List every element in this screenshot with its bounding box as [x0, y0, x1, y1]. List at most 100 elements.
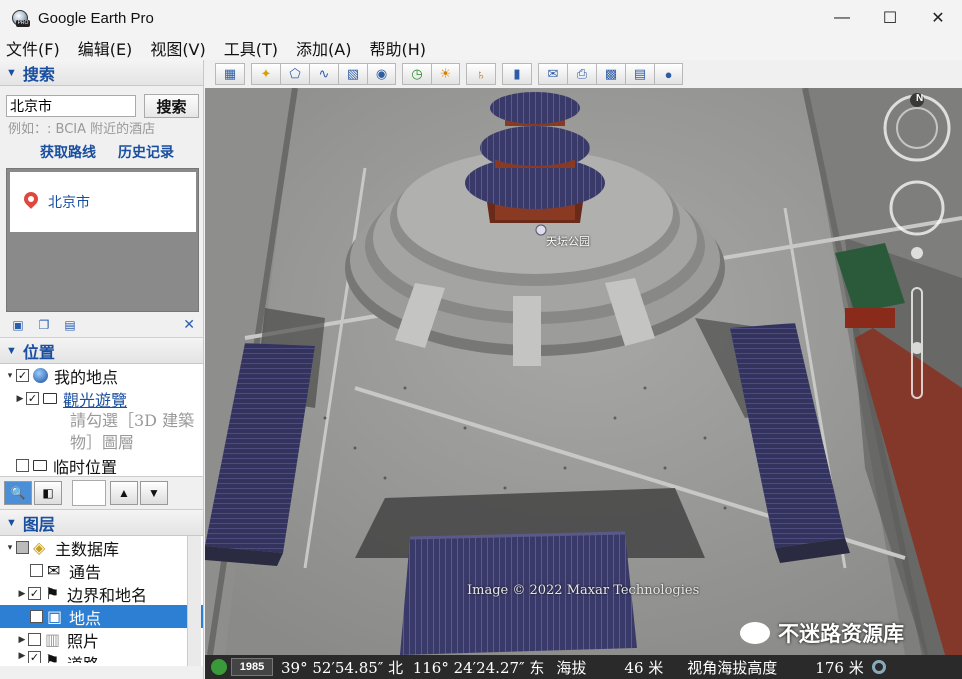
earth-gallery-icon[interactable]: ●	[654, 63, 683, 85]
search-places-icon[interactable]: 🔍	[4, 481, 32, 505]
wechat-icon	[740, 622, 770, 644]
tree-item-sightseeing[interactable]: ▶ ✓ 觀光遊覽	[0, 387, 203, 410]
checkbox[interactable]	[28, 633, 41, 646]
search-panel-header[interactable]: ▼ 搜索	[0, 60, 203, 86]
search-hint: 例如：: BCIA 附近的酒店	[8, 122, 156, 137]
photo-icon: ▥	[45, 630, 61, 649]
collapse-triangle-icon[interactable]: ▼	[6, 67, 17, 79]
sidebar-toggle-icon[interactable]: ◧	[34, 481, 62, 505]
menu-edit[interactable]: 编辑(E)	[78, 36, 133, 60]
imagery-credit: Image © 2022 Maxar Technologies	[467, 583, 700, 598]
checkbox[interactable]: ✓	[28, 587, 41, 600]
status-bar: 1985 39° 52′54.85″ 北 116° 24′24.27″ 东 海拔…	[205, 655, 962, 679]
checkbox[interactable]: ✓	[28, 651, 41, 663]
menu-bar: 文件(F) 编辑(E) 视图(V) 工具(T) 添加(A) 帮助(H)	[0, 36, 962, 60]
eye-altitude-value: 176 米	[815, 658, 864, 677]
layers-scrollbar[interactable]	[187, 536, 201, 666]
layers-panel-header[interactable]: ▼ 图层	[0, 510, 203, 536]
places-tree: ▾ ✓ 我的地点 ▶ ✓ 觀光遊覽 請勾選［3D 建築 物］圖層 临时位置	[0, 364, 203, 477]
tree-item-temp-places[interactable]: 临时位置	[0, 454, 203, 477]
layer-item-roads[interactable]: ▶ ✓ ⚑ 道路	[0, 651, 203, 663]
menu-tools[interactable]: 工具(T)	[224, 36, 278, 60]
planets-icon[interactable]: ♄	[466, 63, 496, 85]
envelope-icon: ✉	[47, 561, 61, 580]
record-tour-icon[interactable]: ◉	[367, 63, 396, 85]
search-button[interactable]: 搜索	[144, 94, 199, 118]
folder-icon	[43, 393, 57, 404]
places-panel-header[interactable]: ▼ 位置	[0, 338, 203, 364]
checkbox[interactable]: ✓	[26, 392, 39, 405]
main-toolbar: ▦ ✦ ⬠ ∿ ▧ ◉ ◷ ☀ ♄ ▮ ✉ ⎙ ▩ ▤ ●	[205, 60, 962, 88]
search-results: 北京市	[6, 168, 199, 312]
folder-icon	[33, 460, 47, 471]
historical-imagery-icon[interactable]: ◷	[402, 63, 431, 85]
add-path-icon[interactable]: ∿	[309, 63, 338, 85]
sunlight-icon[interactable]: ☀	[431, 63, 460, 85]
move-down-icon[interactable]: ▼	[140, 481, 168, 505]
expand-arrow-icon[interactable]: ▾	[4, 371, 16, 381]
close-button[interactable]: ✕	[914, 0, 962, 36]
add-polygon-icon[interactable]: ⬠	[280, 63, 309, 85]
checkbox[interactable]: ✓	[30, 610, 43, 623]
history-link[interactable]: 历史记录	[118, 142, 174, 162]
places-nav-bar: 🔍 ◧ ▲ ▼	[0, 476, 203, 510]
map-place-label[interactable]: 天坛公园	[546, 233, 590, 249]
menu-view[interactable]: 视图(V)	[150, 36, 205, 60]
search-toolbar: ▣ ❐ ▤ ✕	[0, 312, 203, 338]
layer-item-places[interactable]: ✓ ▣ 地点	[0, 605, 203, 628]
sidebar-toggle-icon[interactable]: ▦	[215, 63, 245, 85]
copy-icon[interactable]: ❐	[36, 318, 52, 332]
layers-stack-icon: ◈	[33, 538, 46, 557]
print-icon[interactable]: ⎙	[567, 63, 596, 85]
title-bar: PRO Google Earth Pro — ☐ ✕	[0, 0, 962, 36]
email-icon[interactable]: ✉	[538, 63, 567, 85]
expand-arrow-icon[interactable]: ▶	[16, 635, 28, 645]
streaming-progress-icon	[871, 660, 886, 674]
place-marker-icon[interactable]	[535, 224, 547, 236]
compass-north-label: N	[916, 93, 924, 104]
get-directions-link[interactable]: 获取路线	[40, 142, 96, 162]
collapse-triangle-icon[interactable]: ▼	[6, 345, 17, 357]
clear-search-icon[interactable]: ✕	[183, 316, 195, 333]
layer-item-photos[interactable]: ▶ ▥ 照片	[0, 628, 203, 651]
menu-add[interactable]: 添加(A)	[296, 36, 351, 60]
move-up-icon[interactable]: ▲	[110, 481, 138, 505]
checkbox[interactable]	[30, 564, 43, 577]
sidebar: ▼ 搜索 搜索 例如：: BCIA 附近的酒店 获取路线 历史记录 北京市 ▣ …	[0, 60, 204, 679]
earth-3d-view[interactable]: N 天坛公园 Image © 2022 Maxar Technologies 不…	[205, 88, 962, 655]
places-filter-box[interactable]	[72, 480, 106, 506]
ruler-icon[interactable]: ▮	[502, 63, 532, 85]
window-title: Google Earth Pro	[38, 9, 154, 27]
checkbox[interactable]	[16, 459, 29, 472]
imagery-year[interactable]: 1985	[231, 658, 273, 676]
search-input[interactable]	[6, 95, 136, 117]
tree-item-my-places[interactable]: ▾ ✓ 我的地点	[0, 364, 203, 387]
menu-file[interactable]: 文件(F)	[6, 36, 60, 60]
expand-arrow-icon[interactable]: ▾	[4, 543, 16, 553]
maximize-button[interactable]: ☐	[866, 0, 914, 36]
checkbox[interactable]	[16, 541, 29, 554]
menu-help[interactable]: 帮助(H)	[369, 36, 426, 60]
expand-arrow-icon[interactable]: ▶	[14, 394, 26, 404]
layer-item-borders[interactable]: ▶ ✓ ⚑ 边界和地名	[0, 582, 203, 605]
save-to-places-icon[interactable]: ▣	[10, 318, 26, 332]
location-pin-icon	[24, 192, 38, 212]
historical-clock-icon[interactable]	[211, 659, 227, 675]
checkbox[interactable]: ✓	[16, 369, 29, 382]
places-square-icon: ▣	[47, 607, 63, 626]
sightseeing-description: 請勾選［3D 建築 物］圖層	[70, 411, 195, 452]
road-icon: ⚑	[45, 651, 60, 663]
save-image-icon[interactable]: ▩	[596, 63, 625, 85]
layer-item-primary-db[interactable]: ▾ ◈ 主数据库	[0, 536, 203, 559]
add-placemark-icon[interactable]: ✦	[251, 63, 280, 85]
aerial-imagery[interactable]	[205, 88, 962, 655]
view-in-maps-icon[interactable]: ▤	[625, 63, 654, 85]
layer-item-notices[interactable]: ✉ 通告	[0, 559, 203, 582]
expand-arrow-icon[interactable]: ▶	[16, 651, 28, 661]
minimize-button[interactable]: —	[818, 0, 866, 36]
search-result-item[interactable]: 北京市	[10, 172, 196, 232]
add-image-overlay-icon[interactable]: ▧	[338, 63, 367, 85]
print-icon[interactable]: ▤	[62, 318, 78, 332]
expand-arrow-icon[interactable]: ▶	[16, 589, 28, 599]
collapse-triangle-icon[interactable]: ▼	[6, 517, 17, 529]
